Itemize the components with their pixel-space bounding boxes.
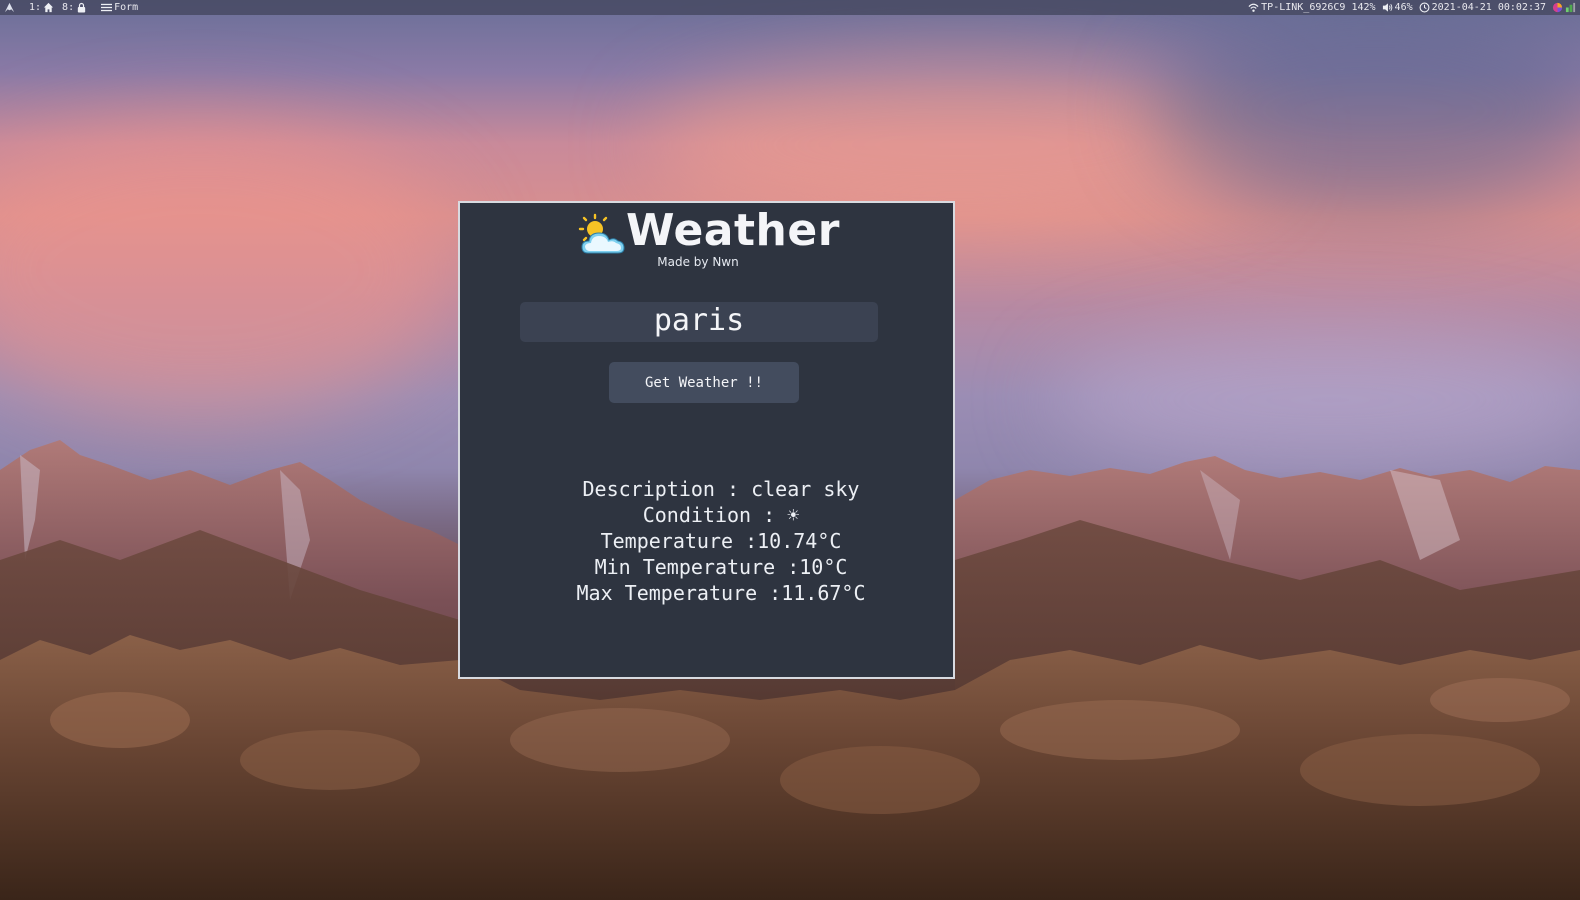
- active-window-title: Form: [114, 2, 139, 13]
- clock-status[interactable]: 2021-04-21 00:02:37: [1419, 0, 1546, 15]
- network-tray-icon[interactable]: [1565, 2, 1576, 13]
- result-temperature: Temperature :10.74°C: [600, 529, 842, 553]
- active-window[interactable]: Form: [101, 0, 138, 15]
- result-min-temperature: Min Temperature :10°C: [594, 555, 848, 579]
- result-max-temperature: Max Temperature :11.67°C: [576, 581, 866, 605]
- app-title: Weather: [626, 205, 840, 256]
- app-header: Weather Made by Nwn: [460, 205, 953, 271]
- workspace-8-label: 8:: [62, 2, 75, 13]
- top-status-bar: 1: 8: Form TP-LINK_6926C9 142% 46% 2021-…: [0, 0, 1580, 15]
- menu-icon: [101, 3, 113, 12]
- arch-logo-glyph: [4, 2, 15, 13]
- volume-status[interactable]: 46%: [1382, 0, 1413, 15]
- wifi-label: TP-LINK_6926C9 142%: [1261, 2, 1376, 13]
- topbar-left: 1: 8: Form: [4, 0, 138, 15]
- lock-icon: [77, 2, 86, 13]
- workspace-1[interactable]: 1:: [29, 0, 54, 15]
- result-condition: Condition : ☀: [642, 503, 800, 527]
- colorful-tray-icon[interactable]: [1552, 2, 1563, 13]
- wifi-status[interactable]: TP-LINK_6926C9 142%: [1248, 0, 1376, 15]
- topbar-right: TP-LINK_6926C9 142% 46% 2021-04-21 00:02…: [1248, 0, 1576, 15]
- city-search-input[interactable]: [520, 302, 878, 342]
- arch-linux-icon[interactable]: [4, 2, 15, 13]
- cloud-shape: [581, 232, 625, 254]
- workspace-1-label: 1:: [29, 2, 42, 13]
- result-description: Description : clear sky: [582, 477, 860, 501]
- speaker-icon: [1382, 3, 1392, 12]
- system-tray: [1552, 2, 1576, 13]
- weather-app-window: Weather Made by Nwn Get Weather !! Descr…: [458, 201, 955, 679]
- volume-label: 46%: [1394, 2, 1413, 13]
- workspace-8[interactable]: 8:: [62, 0, 87, 15]
- app-subtitle: Made by Nwn: [657, 255, 739, 269]
- home-icon: [43, 2, 54, 13]
- sun-cloud-icon: [578, 213, 625, 254]
- datetime-label: 2021-04-21 00:02:37: [1431, 2, 1546, 13]
- get-weather-button[interactable]: Get Weather !!: [609, 362, 799, 403]
- desktop: 1: 8: Form TP-LINK_6926C9 142% 46% 2021-…: [0, 0, 1580, 900]
- wifi-icon: [1248, 3, 1259, 12]
- clock-icon: [1419, 2, 1430, 13]
